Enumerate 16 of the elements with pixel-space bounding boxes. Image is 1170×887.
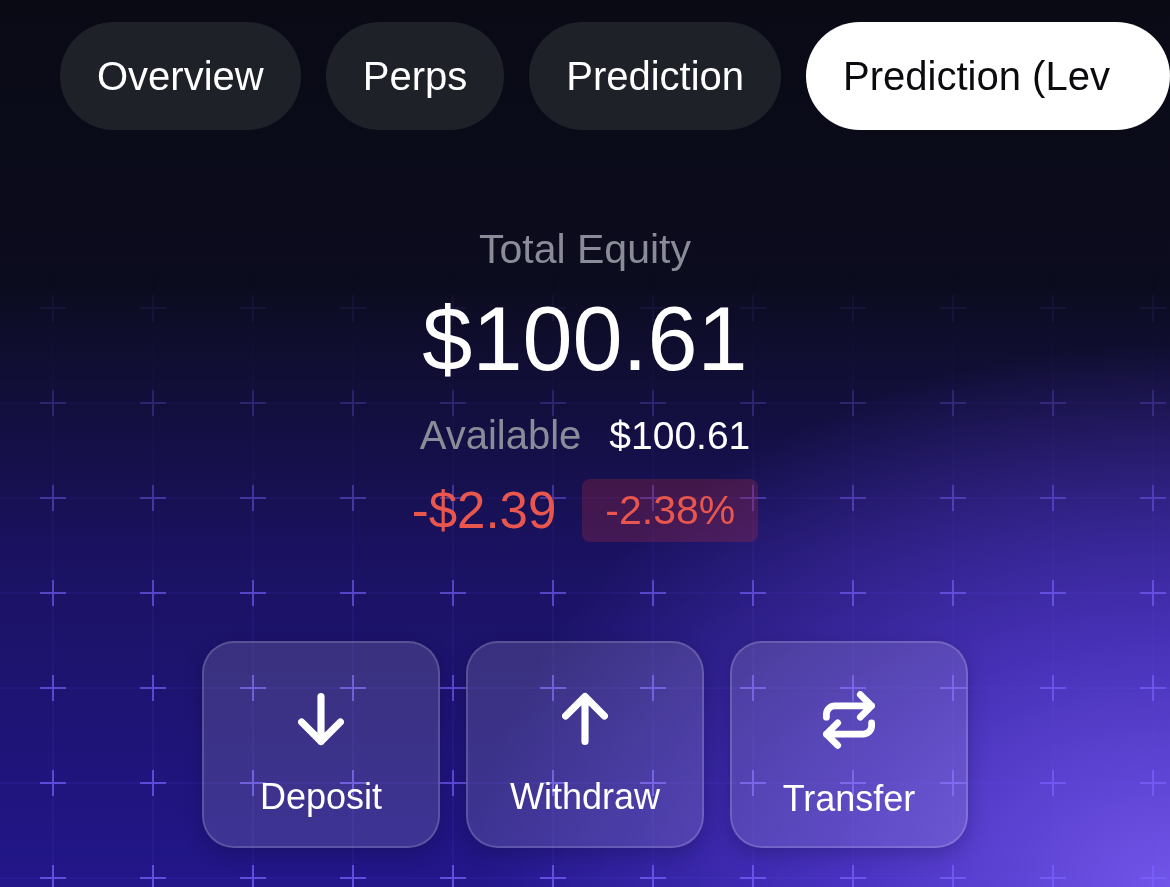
action-button[interactable]: Deposit (202, 641, 440, 848)
action-button[interactable]: Transfer (730, 641, 968, 848)
tab[interactable]: Overview (60, 22, 301, 130)
arrow-up-icon (562, 691, 608, 747)
swap-arrows-icon (823, 691, 875, 749)
available-label: Available (419, 412, 582, 459)
total-equity-label: Total Equity (479, 225, 691, 274)
pnl-amount: -$2.39 (411, 481, 557, 541)
pnl-percent-badge: -2.38% (582, 479, 759, 542)
tab[interactable]: Prediction (529, 22, 782, 130)
action-button[interactable]: Withdraw (466, 641, 704, 848)
available-value: $100.61 (609, 413, 751, 459)
total-equity-value: $100.61 (422, 290, 748, 389)
tab[interactable]: Prediction (Lev (806, 22, 1170, 130)
tab[interactable]: Perps (325, 22, 505, 130)
arrow-down-icon (298, 691, 344, 747)
